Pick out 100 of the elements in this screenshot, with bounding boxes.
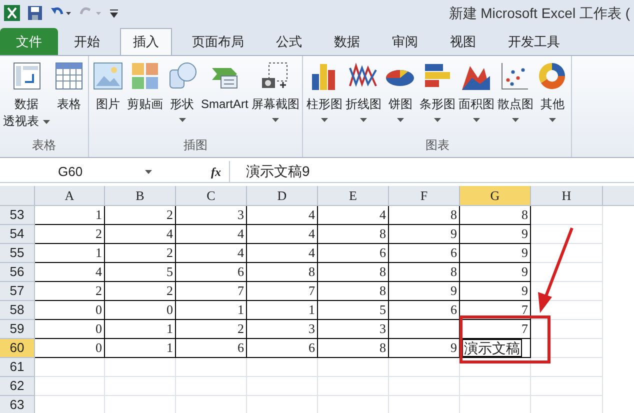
table-cell: 9	[460, 244, 531, 263]
table-cell: 9	[389, 339, 460, 358]
table-cell	[460, 358, 531, 377]
file-tab[interactable]: 文件	[0, 28, 58, 55]
row-header[interactable]: 61	[0, 358, 35, 377]
row-header[interactable]: 54	[0, 225, 35, 244]
column-header[interactable]: G	[460, 186, 531, 205]
table-cell	[531, 377, 603, 396]
table-cell: 8	[318, 225, 389, 244]
table-cell	[531, 244, 603, 263]
column-header[interactable]: D	[247, 186, 318, 205]
table-cell: 2	[35, 282, 105, 301]
table-cell: 0	[35, 339, 105, 358]
table-cell: 4	[176, 244, 247, 263]
table-cell: 6	[318, 244, 389, 263]
table-cell: 8	[318, 282, 389, 301]
row-header[interactable]: 56	[0, 263, 35, 282]
table-cell: 6	[247, 339, 318, 358]
ribbon-button[interactable]: 面积图	[457, 60, 496, 136]
table-cell: 6	[176, 263, 247, 282]
pivot-table-icon	[10, 60, 42, 92]
table-cell	[247, 377, 318, 396]
table-cell	[35, 358, 105, 377]
ribbon-button[interactable]: 饼图	[383, 60, 418, 136]
table-cell: 1	[35, 206, 105, 225]
save-icon[interactable]	[28, 6, 42, 20]
editing-cell[interactable]: 演示文稿	[462, 339, 522, 357]
row-header[interactable]: 57	[0, 282, 35, 301]
table-cell: 8	[389, 263, 460, 282]
ribbon-button[interactable]: 数据 透视表	[2, 60, 51, 136]
ribbon-button[interactable]: 表格	[52, 60, 86, 136]
table-cell: 4	[247, 244, 318, 263]
ribbon-button[interactable]: SmartArt	[200, 60, 250, 136]
row-header[interactable]: 62	[0, 377, 35, 396]
dropdown-caret-icon	[145, 170, 152, 174]
ribbon-button[interactable]: 屏幕截图	[250, 60, 300, 136]
name-box[interactable]: G60	[0, 161, 160, 182]
table-cell: 8	[318, 263, 389, 282]
row-header[interactable]: 60	[0, 339, 35, 358]
window-title: 新建 Microsoft Excel 工作表 (	[448, 4, 630, 23]
ribbon-button[interactable]: 形状	[165, 60, 199, 136]
customize-toolbar-icon[interactable]	[110, 8, 118, 18]
ribbon-button[interactable]: 折线图	[344, 60, 382, 136]
table-cell	[389, 377, 460, 396]
ribbon-tab[interactable]: 数据	[318, 28, 376, 55]
ribbon-tab[interactable]: 开发工具	[492, 28, 576, 55]
column-header[interactable]: E	[318, 186, 389, 205]
ribbon-tab[interactable]: 插入	[120, 28, 172, 55]
insert-function-button[interactable]: fx	[211, 162, 221, 180]
column-header[interactable]: H	[531, 186, 603, 205]
row-header[interactable]: 59	[0, 320, 35, 339]
ribbon-button[interactable]: 散点图	[496, 60, 534, 136]
table-cell: 5	[105, 263, 176, 282]
row-header[interactable]: 53	[0, 206, 35, 225]
table-cell	[247, 358, 318, 377]
table-cell: 4	[176, 225, 247, 244]
row-header[interactable]: 63	[0, 396, 35, 413]
ribbon-tab[interactable]: 页面布局	[176, 28, 260, 55]
table-cell: 4	[318, 206, 389, 225]
formula-input[interactable]: 演示文稿9	[230, 161, 634, 182]
table-cell: 8	[460, 206, 531, 225]
clip-art-icon	[129, 60, 161, 92]
ribbon-button[interactable]: 剪贴画	[126, 60, 164, 136]
table-cell: 3	[176, 206, 247, 225]
ribbon-tab[interactable]: 公式	[260, 28, 318, 55]
ribbon-button[interactable]: 其他	[535, 60, 570, 136]
table-cell	[531, 263, 603, 282]
picture-icon	[92, 60, 124, 92]
column-header[interactable]: A	[35, 186, 105, 205]
group-label: 插图	[182, 137, 209, 154]
row-header[interactable]: 58	[0, 301, 35, 320]
column-header[interactable]: B	[105, 186, 176, 205]
table-cell: 8	[247, 263, 318, 282]
ribbon-button[interactable]: 图片	[91, 60, 125, 136]
table-cell: 6	[389, 301, 460, 320]
table-cell: 9	[460, 263, 531, 282]
ribbon-button[interactable]: 条形图	[418, 60, 456, 136]
table-cell: 9	[389, 282, 460, 301]
table-cell: 7	[460, 301, 531, 320]
table-cell: 4	[105, 225, 176, 244]
table-cell: 0	[35, 320, 105, 339]
table-cell: 4	[247, 206, 318, 225]
table-cell	[389, 320, 460, 339]
table-cell	[176, 358, 247, 377]
column-header[interactable]: C	[176, 186, 247, 205]
group-label: 图表	[424, 137, 450, 154]
table-cell	[531, 339, 603, 358]
excel-logo-icon[interactable]	[4, 5, 20, 21]
table-cell: 8	[318, 339, 389, 358]
table-cell	[176, 377, 247, 396]
table-cell: 3	[318, 320, 389, 339]
table-cell: 8	[389, 206, 460, 225]
ribbon-tab[interactable]: 审阅	[376, 28, 434, 55]
table-icon	[53, 60, 85, 92]
ribbon-tab[interactable]: 开始	[58, 28, 116, 55]
ribbon-tab[interactable]: 视图	[434, 28, 492, 55]
table-cell: 4	[247, 225, 318, 244]
ribbon-button[interactable]: 柱形图	[305, 60, 344, 136]
row-header[interactable]: 55	[0, 244, 35, 263]
table-cell: 3	[247, 320, 318, 339]
